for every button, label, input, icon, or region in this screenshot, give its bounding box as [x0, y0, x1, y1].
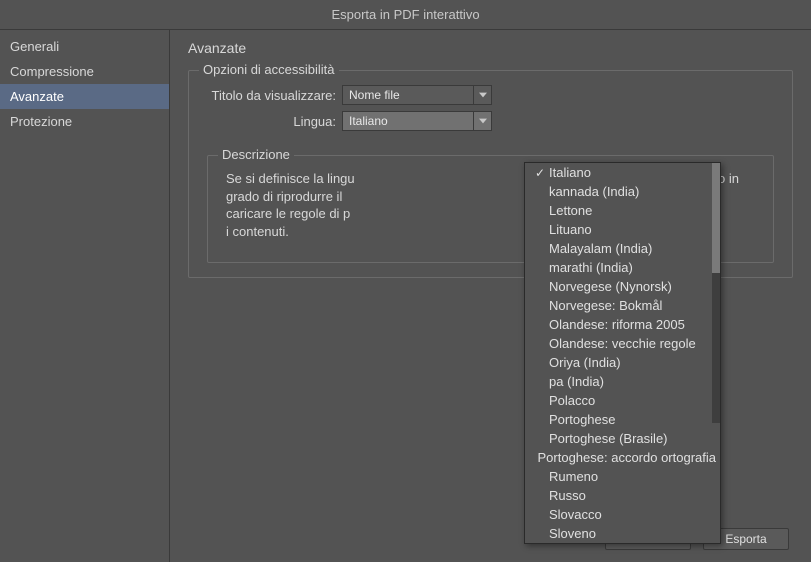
dropdown-scrollbar-thumb[interactable]	[712, 163, 720, 273]
accessibility-legend: Opzioni di accessibilità	[199, 62, 339, 77]
sidebar-item-general[interactable]: Generali	[0, 34, 169, 59]
dropdown-option[interactable]: Polacco	[525, 391, 720, 410]
dropdown-option[interactable]: Lituano	[525, 220, 720, 239]
window-title: Esporta in PDF interattivo	[0, 0, 811, 30]
dropdown-option[interactable]: Portoghese	[525, 410, 720, 429]
dropdown-option[interactable]: pa (India)	[525, 372, 720, 391]
language-value: Italiano	[343, 114, 473, 128]
language-combo[interactable]: Italiano	[342, 111, 492, 131]
dropdown-option-label: Russo	[549, 488, 716, 503]
dropdown-option-label: Norvegese (Nynorsk)	[549, 279, 716, 294]
dropdown-option-label: Olandese: vecchie regole	[549, 336, 716, 351]
dropdown-option-label: Portoghese: accordo ortografia	[538, 450, 717, 465]
dropdown-option[interactable]: Lettone	[525, 201, 720, 220]
dropdown-option[interactable]: Norvegese (Nynorsk)	[525, 277, 720, 296]
title-display-label: Titolo da visualizzare:	[207, 88, 342, 103]
dropdown-option-label: pa (India)	[549, 374, 716, 389]
content-panel: Avanzate Opzioni di accessibilità Titolo…	[170, 30, 811, 562]
panel-title: Avanzate	[188, 40, 793, 56]
language-dropdown[interactable]: ✓Italiano kannada (India) Lettone Lituano Ma…	[524, 162, 721, 544]
dropdown-option[interactable]: Malayalam (India)	[525, 239, 720, 258]
dropdown-option-label: Oriya (India)	[549, 355, 716, 370]
dropdown-option-label: Lettone	[549, 203, 716, 218]
dropdown-option-label: Italiano	[549, 165, 716, 180]
dropdown-option[interactable]: Rumeno	[525, 467, 720, 486]
dropdown-option[interactable]: Russo	[525, 486, 720, 505]
dropdown-option-label: Lituano	[549, 222, 716, 237]
sidebar-item-protection[interactable]: Protezione	[0, 109, 169, 134]
dropdown-option[interactable]: marathi (India)	[525, 258, 720, 277]
dropdown-option-label: Slovacco	[549, 507, 716, 522]
description-legend: Descrizione	[218, 147, 294, 162]
dropdown-option-label: Portoghese (Brasile)	[549, 431, 716, 446]
check-icon: ✓	[531, 166, 549, 180]
dropdown-option-label: Portoghese	[549, 412, 716, 427]
dropdown-option[interactable]: Norvegese: Bokmål	[525, 296, 720, 315]
title-display-combo[interactable]: Nome file	[342, 85, 492, 105]
chevron-down-icon	[473, 112, 491, 130]
sidebar-item-compression[interactable]: Compressione	[0, 59, 169, 84]
dropdown-option-label: kannada (India)	[549, 184, 716, 199]
dropdown-option-label: Polacco	[549, 393, 716, 408]
dropdown-option[interactable]: ✓Italiano	[525, 163, 720, 182]
title-display-value: Nome file	[343, 88, 473, 102]
sidebar-item-advanced[interactable]: Avanzate	[0, 84, 169, 109]
dropdown-option[interactable]: Oriya (India)	[525, 353, 720, 372]
dropdown-option[interactable]: Portoghese: accordo ortografia	[525, 448, 720, 467]
dropdown-option[interactable]: Portoghese (Brasile)	[525, 429, 720, 448]
dropdown-option[interactable]: Olandese: riforma 2005	[525, 315, 720, 334]
dropdown-option-label: Malayalam (India)	[549, 241, 716, 256]
dropdown-option-label: Sloveno	[549, 526, 716, 541]
language-label: Lingua:	[207, 114, 342, 129]
dropdown-option[interactable]: Slovacco	[525, 505, 720, 524]
dropdown-option[interactable]: Sloveno	[525, 524, 720, 543]
sidebar: Generali Compressione Avanzate Protezion…	[0, 30, 170, 562]
chevron-down-icon	[473, 86, 491, 104]
dropdown-option-label: Norvegese: Bokmål	[549, 298, 716, 313]
dropdown-option-label: Olandese: riforma 2005	[549, 317, 716, 332]
dropdown-option[interactable]: kannada (India)	[525, 182, 720, 201]
dropdown-option-label: Rumeno	[549, 469, 716, 484]
dropdown-option[interactable]: Olandese: vecchie regole	[525, 334, 720, 353]
description-text-left: Se si definisce la lingu grado di riprod…	[226, 170, 356, 244]
dropdown-option-label: marathi (India)	[549, 260, 716, 275]
